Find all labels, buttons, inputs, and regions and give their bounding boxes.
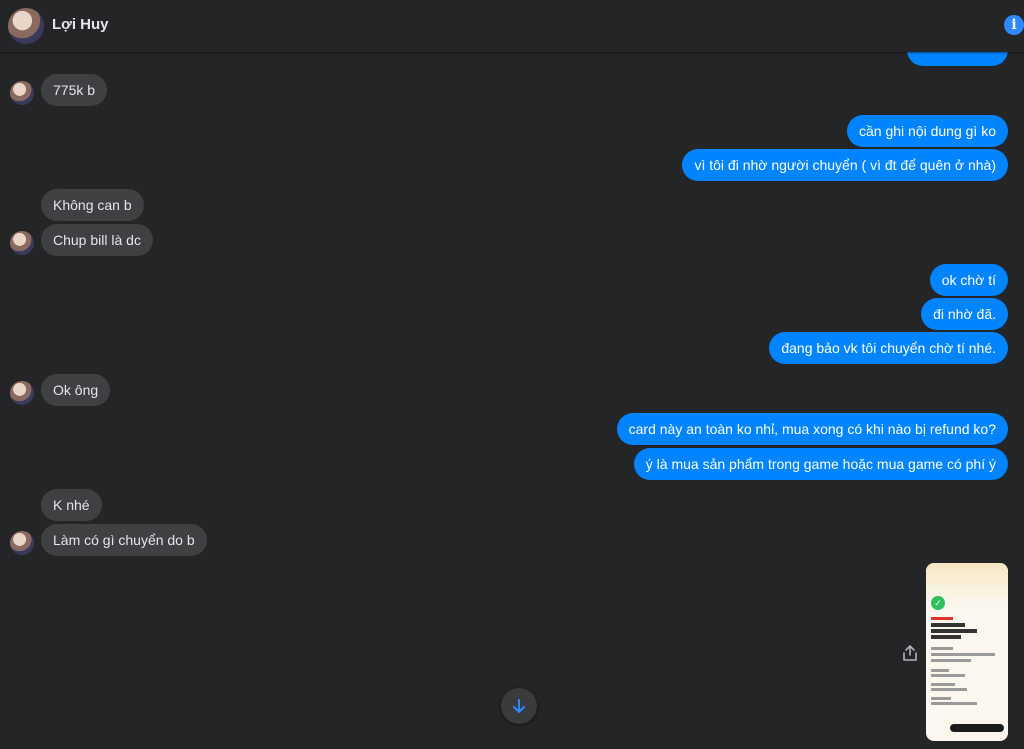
receipt-line <box>931 659 971 662</box>
outgoing-message[interactable]: card này an toàn ko nhỉ, mua xong có khi… <box>616 413 1008 445</box>
incoming-message[interactable]: Ok ông <box>41 374 111 406</box>
contact-avatar[interactable] <box>8 8 44 44</box>
receipt-line <box>931 674 965 677</box>
receipt-line <box>931 697 951 700</box>
outgoing-message[interactable]: ok chờ tí <box>929 264 1008 296</box>
contact-avatar-small <box>10 81 34 105</box>
check-icon: ✓ <box>931 596 945 610</box>
info-icon[interactable]: i <box>1004 15 1024 35</box>
receipt-line <box>931 669 949 672</box>
receipt-line <box>931 635 961 639</box>
receipt-line <box>931 653 995 656</box>
share-icon[interactable] <box>901 644 919 662</box>
scroll-to-bottom-button[interactable] <box>501 688 537 724</box>
receipt-line <box>931 647 953 650</box>
receipt-line <box>931 617 953 620</box>
incoming-message[interactable]: Không can b <box>41 189 144 221</box>
receipt-line <box>931 629 977 633</box>
transfer-receipt-image[interactable]: ✓ <box>926 563 1008 741</box>
receipt-line <box>931 688 967 691</box>
chat-header: Lợi Huy i <box>0 0 1024 52</box>
outgoing-message[interactable]: cần ghi nội dung gì ko <box>847 115 1008 147</box>
incoming-message[interactable]: K nhé <box>41 489 102 521</box>
contact-avatar-small <box>10 231 34 255</box>
contact-avatar-small <box>10 531 34 555</box>
outgoing-message[interactable]: đang bảo vk tôi chuyển chờ tí nhé. <box>769 332 1008 364</box>
receipt-line <box>931 623 965 627</box>
incoming-message[interactable]: Chup bill là dc <box>41 224 153 256</box>
receipt-button <box>950 724 1004 732</box>
contact-avatar-small <box>10 381 34 405</box>
incoming-message[interactable]: Làm có gì chuyển do b <box>41 524 207 556</box>
contact-name[interactable]: Lợi Huy <box>52 16 109 33</box>
incoming-message[interactable]: 775k b <box>41 74 108 106</box>
outgoing-message[interactable]: đi nhờ đã. <box>921 298 1008 330</box>
outgoing-message[interactable]: ý là mua sản phẩm trong game hoặc mua ga… <box>633 448 1008 480</box>
arrow-down-icon <box>513 699 525 713</box>
receipt-line <box>931 683 955 686</box>
outgoing-message[interactable]: vì tôi đi nhờ người chuyển ( vì đt để qu… <box>682 149 1008 181</box>
receipt-line <box>931 702 977 705</box>
